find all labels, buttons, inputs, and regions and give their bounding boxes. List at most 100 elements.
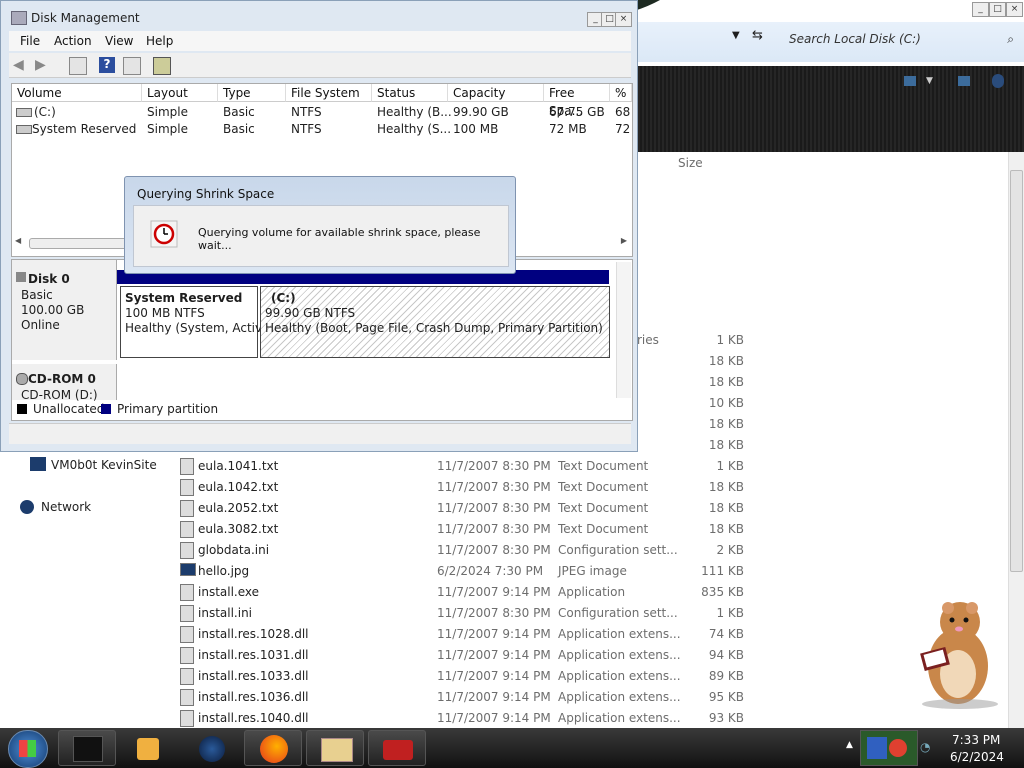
volume-row[interactable]: System Reserved Simple Basic NTFS Health… [12,122,632,138]
chevron-down-icon[interactable]: ▼ [926,76,933,86]
file-size: 18 KB [708,480,744,494]
taskbar-app-disk-management[interactable] [58,730,116,766]
taskbar-app-browser[interactable] [182,730,240,766]
disk-0-label[interactable]: Disk 0 Basic 100.00 GB Online [12,260,117,360]
column-header-capacity[interactable]: Capacity [448,84,544,102]
file-row[interactable]: install.ini 11/7/2007 8:30 PM Configuratio… [170,602,770,623]
file-type: Text Document [558,480,649,494]
toolbox-icon [383,740,413,760]
cdrom-0-label[interactable]: CD-ROM 0 CD-ROM (D:) [12,364,117,402]
taskbar-app-explorer[interactable] [306,730,364,766]
file-row[interactable]: eula.2052.txt 11/7/2007 8:30 PM Text Docum… [170,497,770,518]
file-row[interactable]: install.res.1031.dll 11/7/2007 9:14 PM App… [170,644,770,665]
file-row[interactable]: hello.jpg 6/2/2024 7:30 PM JPEG image 111 K… [170,560,770,581]
column-header-free-space[interactable]: Free Spa... [544,84,610,118]
column-header-volume[interactable]: Volume [12,84,142,102]
help-icon[interactable] [992,74,1004,88]
shield-icon [867,737,887,759]
view-icon[interactable] [904,76,916,86]
file-row[interactable]: eula.3082.txt 11/7/2007 8:30 PM Text Docum… [170,518,770,539]
computer-icon [30,457,46,471]
search-icon[interactable]: ⌕ [1007,28,1014,50]
column-header-layout[interactable]: Layout [142,84,218,102]
file-icon [180,626,194,643]
refresh-icon[interactable]: ⇆ [752,28,763,43]
show-hidden-icons-icon[interactable]: ▲ [846,740,853,750]
minimize-icon[interactable]: _ [972,2,989,17]
file-size: 1 KB [716,459,744,473]
partition-c[interactable]: (C:) 99.90 GB NTFS Healthy (Boot, Page F… [260,286,610,358]
clock-date[interactable]: 6/2/2024 [950,750,1004,764]
file-date: 6/2/2024 7:30 PM [437,564,544,578]
file-size-cell: 18 KB [708,354,744,368]
show-hide-icon[interactable] [123,57,141,75]
scroll-left-icon[interactable]: ◀ [15,236,21,245]
file-size: 835 KB [701,585,744,599]
file-row[interactable]: install.res.1040.dll 11/7/2007 9:14 PM App… [170,707,770,728]
taskbar-app-firefox[interactable] [244,730,302,766]
scroll-right-icon[interactable]: ▶ [621,236,627,245]
explorer-titlebar: _ □ × [636,0,1024,22]
file-row[interactable]: globdata.ini 11/7/2007 8:30 PM Configurati… [170,539,770,560]
column-header-filesystem[interactable]: File System [286,84,372,102]
partial-type-text: ries [637,333,659,347]
disk-pane-scrollbar[interactable] [616,262,631,398]
file-size: 94 KB [708,648,744,662]
file-name: install.res.1028.dll [198,627,309,641]
network-icon [20,500,34,514]
file-icon [180,479,194,496]
file-row[interactable]: install.res.1033.dll 11/7/2007 9:14 PM App… [170,665,770,686]
column-header-size[interactable]: Size [678,156,703,170]
back-arrow-icon[interactable]: ◀ [13,57,29,73]
column-header-status[interactable]: Status [372,84,448,102]
file-size-cell: 18 KB [708,438,744,452]
file-icon [180,521,194,538]
search-input[interactable]: Search Local Disk (C:) ⌕ [780,28,1020,50]
file-row[interactable]: eula.1042.txt 11/7/2007 8:30 PM Text Docum… [170,476,770,497]
menu-action[interactable]: Action [54,34,92,48]
windows-logo-icon [19,740,36,757]
maximize-icon[interactable]: □ [989,2,1006,17]
taskbar-app-media[interactable] [120,730,178,766]
taskbar: ▲ ◔ [0,728,1024,768]
menu-view[interactable]: View [105,34,133,48]
column-header-type[interactable]: Type [218,84,286,102]
file-name: install.res.1036.dll [198,690,309,704]
tray-security-icon[interactable] [860,730,918,766]
settings-icon[interactable] [153,57,171,75]
menu-help[interactable]: Help [146,34,173,48]
scrollbar-thumb[interactable] [1010,170,1023,572]
file-name: hello.jpg [198,564,250,578]
file-type: Text Document [558,459,649,473]
file-size: 74 KB [708,627,744,641]
properties-icon[interactable] [69,57,87,75]
menu-file[interactable]: File [20,34,40,48]
file-row[interactable]: install.res.1028.dll 11/7/2007 9:14 PM App… [170,623,770,644]
start-button[interactable] [8,730,48,768]
file-icon [180,584,194,601]
preview-pane-icon[interactable] [958,76,970,86]
forward-arrow-icon[interactable]: ▶ [35,57,51,73]
clock-time[interactable]: 7:33 PM [952,733,1000,747]
file-type: Application [558,585,626,599]
window-title: Disk Management [31,11,140,25]
file-size: 89 KB [708,669,744,683]
help-icon[interactable]: ? [99,57,115,73]
column-header-percent[interactable]: % [610,84,632,102]
file-row[interactable]: eula.1041.txt 11/7/2007 8:30 PM Text Docum… [170,455,770,476]
volume-row[interactable]: (C:) Simple Basic NTFS Healthy (B... 99.… [12,105,632,121]
legend-swatch-primary [101,404,111,414]
partition-system-reserved[interactable]: System Reserved 100 MB NTFS Healthy (Sys… [120,286,270,358]
file-row[interactable]: install.res.1036.dll 11/7/2007 9:14 PM App… [170,686,770,707]
dropdown-icon[interactable]: ▼ [732,30,740,41]
file-type: Application extens... [558,669,681,683]
file-type: Text Document [558,501,649,515]
scrollbar-thumb[interactable] [29,238,131,249]
close-icon[interactable]: × [615,12,632,27]
close-icon[interactable]: × [1006,2,1023,17]
file-row[interactable]: install.exe 11/7/2007 9:14 PM Application 8… [170,581,770,602]
file-date: 11/7/2007 9:14 PM [437,690,551,704]
taskbar-app-toolbox[interactable] [368,730,426,766]
search-placeholder: Search Local Disk (C:) [789,32,921,46]
network-tray-icon[interactable]: ◔ [920,740,932,754]
